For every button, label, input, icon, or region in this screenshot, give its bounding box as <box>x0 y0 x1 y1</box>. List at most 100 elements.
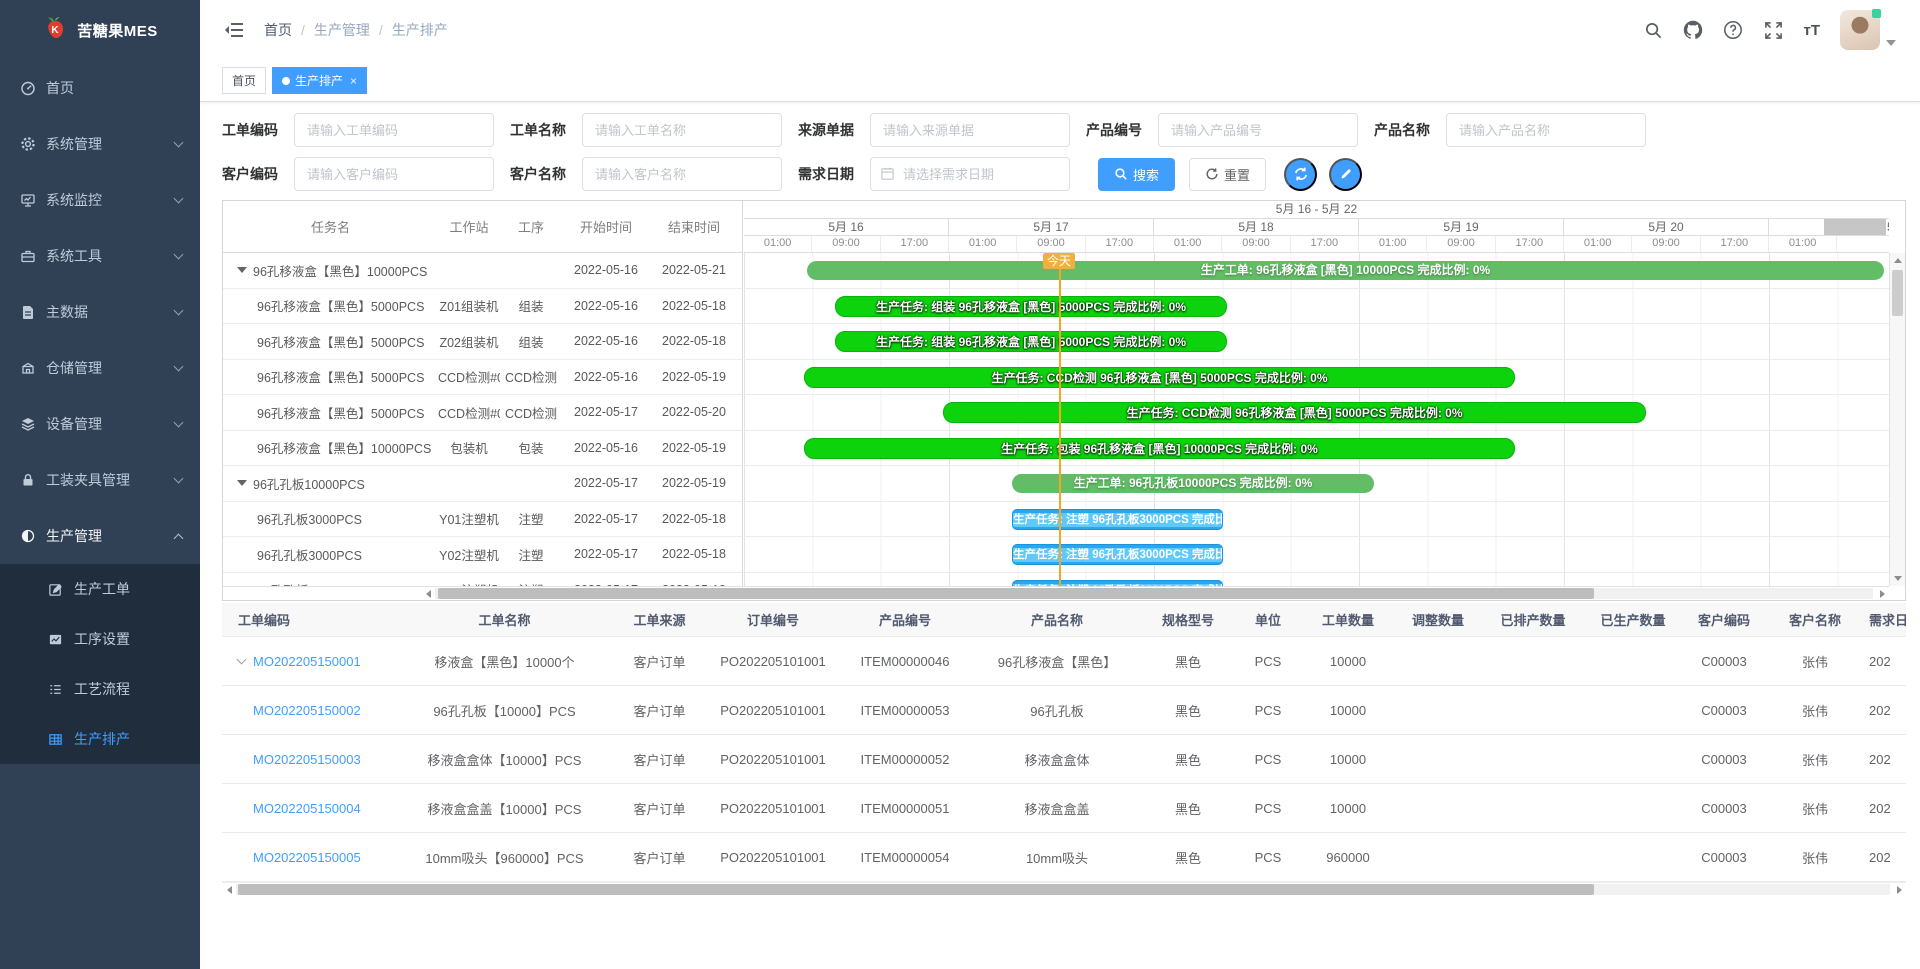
sidebar-item-fixture[interactable]: 工装夹具管理 <box>0 452 200 508</box>
sidebar-item-label: 工艺流程 <box>74 679 182 699</box>
scrollbar-thumb[interactable] <box>238 884 1594 895</box>
table-row[interactable]: MO202205150004移液盒盒盖【10000】PCS客户订单PO20220… <box>222 784 1906 833</box>
table-cell-cust_name: 张伟 <box>1765 848 1865 867</box>
gantt-grid-row[interactable]: 96孔移液盒【黑色】5000PCSCCD检测#02CCD检测2022-05-17… <box>223 395 742 431</box>
gantt-grid-row[interactable]: 96孔孔板3000PCSY01注塑机注塑2022-05-172022-05-18 <box>223 502 742 538</box>
sidebar-item-monitor[interactable]: 系统监控 <box>0 172 200 228</box>
gantt-horizontal-scrollbar[interactable] <box>223 586 1889 600</box>
scroll-left-icon[interactable] <box>421 587 435 600</box>
sidebar-item-system[interactable]: 系统管理 <box>0 116 200 172</box>
table-row[interactable]: MO202205150003移液盒盒体【10000】PCS客户订单PO20220… <box>222 735 1906 784</box>
scroll-right-icon[interactable] <box>1892 883 1906 896</box>
gantt-grid-row[interactable]: 96孔移液盒【黑色】5000PCSZ01组装机组装2022-05-162022-… <box>223 289 742 325</box>
search-button[interactable]: 搜索 <box>1098 158 1175 191</box>
table-row[interactable]: MO20220515000510mm吸头【960000】PCS客户订单PO202… <box>222 833 1906 882</box>
gantt-bar-parent[interactable]: 生产工单: 96孔移液盒 [黑色] 10000PCS 完成比例: 0% <box>807 261 1884 280</box>
gantt-grid-row[interactable]: 96孔移液盒【黑色】10000PCS2022-05-162022-05-21 <box>223 253 742 289</box>
gantt-bar-parent[interactable]: 生产工单: 96孔孔板10000PCS 完成比例: 0% <box>1012 474 1374 493</box>
chevron-down-icon <box>174 250 184 260</box>
table-cell-cust_code: C00003 <box>1683 752 1765 767</box>
scrollbar-thumb[interactable] <box>1892 270 1903 316</box>
gantt-bar-task-blue[interactable]: 生产任务: 注塑 96孔孔板3000PCS 完成比例: 0% <box>1012 509 1223 530</box>
user-menu[interactable] <box>1840 10 1896 50</box>
expand-chevron-icon[interactable] <box>237 655 247 665</box>
sidebar-item-master-data[interactable]: 主数据 <box>0 284 200 340</box>
sidebar-item-process-setting[interactable]: 工序设置 <box>0 614 200 664</box>
table-row[interactable]: MO20220515000296孔孔板【10000】PCS客户订单PO20220… <box>222 686 1906 735</box>
gantt-grid-row[interactable]: 96孔孔板10000PCS2022-05-172022-05-19 <box>223 466 742 502</box>
table-cell-source: 客户订单 <box>612 799 707 818</box>
product-code-input[interactable] <box>1159 114 1357 146</box>
tab-home[interactable]: 首页 <box>222 67 266 94</box>
gantt-bar-task[interactable]: 生产任务: 包装 96孔移液盒 [黑色] 10000PCS 完成比例: 0% <box>804 438 1515 459</box>
table-cell-name: 移液盒【黑色】10000个 <box>397 652 612 671</box>
app-logo[interactable]: K 苦糖果MES <box>0 0 200 60</box>
gantt-bar-task[interactable]: 生产任务: CCD检测 96孔移液盒 [黑色] 5000PCS 完成比例: 0% <box>804 367 1515 388</box>
sidebar-item-warehouse[interactable]: 仓储管理 <box>0 340 200 396</box>
help-icon[interactable] <box>1723 20 1743 40</box>
sidebar-item-equipment[interactable]: 设备管理 <box>0 396 200 452</box>
caret-down-icon[interactable] <box>1886 40 1896 46</box>
scroll-right-icon[interactable] <box>1875 587 1889 600</box>
gantt-start-cell: 2022-05-16 <box>562 441 650 455</box>
due-date-input[interactable] <box>871 158 1069 190</box>
breadcrumb-item[interactable]: 首页 <box>264 20 292 40</box>
table-horizontal-scrollbar[interactable] <box>222 882 1906 896</box>
scrollbar-thumb[interactable] <box>438 588 1594 599</box>
collapse-triangle-icon[interactable] <box>237 480 247 486</box>
edit-schedule-button[interactable] <box>1329 158 1362 191</box>
filter-group-product-code: 产品编号 <box>1086 113 1358 147</box>
avatar[interactable] <box>1840 10 1880 50</box>
font-size-icon[interactable]: тT <box>1803 22 1820 39</box>
close-icon[interactable]: × <box>350 74 357 88</box>
work-order-link[interactable]: MO202205150005 <box>253 850 361 865</box>
fullscreen-icon[interactable] <box>1763 20 1783 40</box>
tab-production-scheduling[interactable]: 生产排产× <box>272 67 367 94</box>
source-doc-input[interactable] <box>871 114 1069 146</box>
reset-button[interactable]: 重置 <box>1189 158 1266 191</box>
breadcrumb-separator: / <box>379 22 383 38</box>
github-icon[interactable] <box>1683 20 1703 40</box>
scroll-down-icon[interactable] <box>1890 571 1905 586</box>
gantt-grid-row[interactable]: 96孔移液盒【黑色】10000PCS包装机包装2022-05-162022-05… <box>223 431 742 467</box>
customer-name-input[interactable] <box>583 158 781 190</box>
gantt-bar-task-blue[interactable]: 生产任务: 注塑 96孔孔板3000PCS 完成比例: 0% <box>1012 580 1223 587</box>
sidebar-item-tools[interactable]: 系统工具 <box>0 228 200 284</box>
sidebar-collapse-icon[interactable] <box>224 19 246 41</box>
work-order-code-input[interactable] <box>295 114 493 146</box>
work-order-link[interactable]: MO202205150003 <box>253 752 361 767</box>
gantt-bar-task[interactable]: 生产任务: 组装 96孔移液盒 [黑色] 5000PCS 完成比例: 0% <box>835 331 1227 352</box>
scroll-left-icon[interactable] <box>222 883 236 896</box>
gantt-end-cell: 2022-05-21 <box>650 263 738 277</box>
sidebar-item-scheduling[interactable]: 生产排产 <box>0 714 200 764</box>
product-name-input[interactable] <box>1447 114 1645 146</box>
gantt-end-cell: 2022-05-19 <box>650 441 738 455</box>
search-icon[interactable] <box>1643 20 1663 40</box>
sidebar-item-process-flow[interactable]: 工艺流程 <box>0 664 200 714</box>
refresh-gantt-button[interactable] <box>1284 158 1317 191</box>
sidebar-item-work-order[interactable]: 生产工单 <box>0 564 200 614</box>
gantt-grid-row[interactable]: 96孔移液盒【黑色】5000PCSCCD检测#01CCD检测2022-05-16… <box>223 360 742 396</box>
task-name-text: 96孔移液盒【黑色】5000PCS <box>257 367 424 386</box>
work-order-link[interactable]: MO202205150001 <box>253 654 361 669</box>
gantt-grid-row[interactable]: 96孔孔板3000PCSY03注塑机注塑2022-05-172022-05-18 <box>223 573 742 587</box>
sidebar-item-home[interactable]: 首页 <box>0 60 200 116</box>
table-column-header: 客户名称 <box>1765 610 1865 629</box>
gantt-bar-task[interactable]: 生产任务: CCD检测 96孔移液盒 [黑色] 5000PCS 完成比例: 0% <box>943 402 1646 423</box>
sidebar-item-production[interactable]: 生产管理 <box>0 508 200 564</box>
breadcrumb-item: 生产排产 <box>392 20 448 40</box>
customer-code-input[interactable] <box>295 158 493 190</box>
collapse-triangle-icon[interactable] <box>237 267 247 273</box>
gantt-grid-row[interactable]: 96孔孔板3000PCSY02注塑机注塑2022-05-172022-05-18 <box>223 537 742 573</box>
work-order-link[interactable]: MO202205150004 <box>253 801 361 816</box>
gantt-grid-row[interactable]: 96孔移液盒【黑色】5000PCSZ02组装机组装2022-05-162022-… <box>223 324 742 360</box>
work-order-name-input[interactable] <box>583 114 781 146</box>
gantt-vertical-scrollbar[interactable] <box>1889 253 1905 586</box>
gantt-bar-task-blue[interactable]: 生产任务: 注塑 96孔孔板3000PCS 完成比例: 0% <box>1012 544 1223 565</box>
breadcrumb-item[interactable]: 生产管理 <box>314 20 370 40</box>
scroll-up-icon[interactable] <box>1890 253 1905 268</box>
table-cell-due: 202 <box>1865 703 1906 718</box>
work-order-link[interactable]: MO202205150002 <box>253 703 361 718</box>
table-row[interactable]: MO202205150001移液盒【黑色】10000个客户订单PO2022051… <box>222 637 1906 686</box>
gantt-bar-task[interactable]: 生产任务: 组装 96孔移液盒 [黑色] 5000PCS 完成比例: 0% <box>835 296 1227 317</box>
